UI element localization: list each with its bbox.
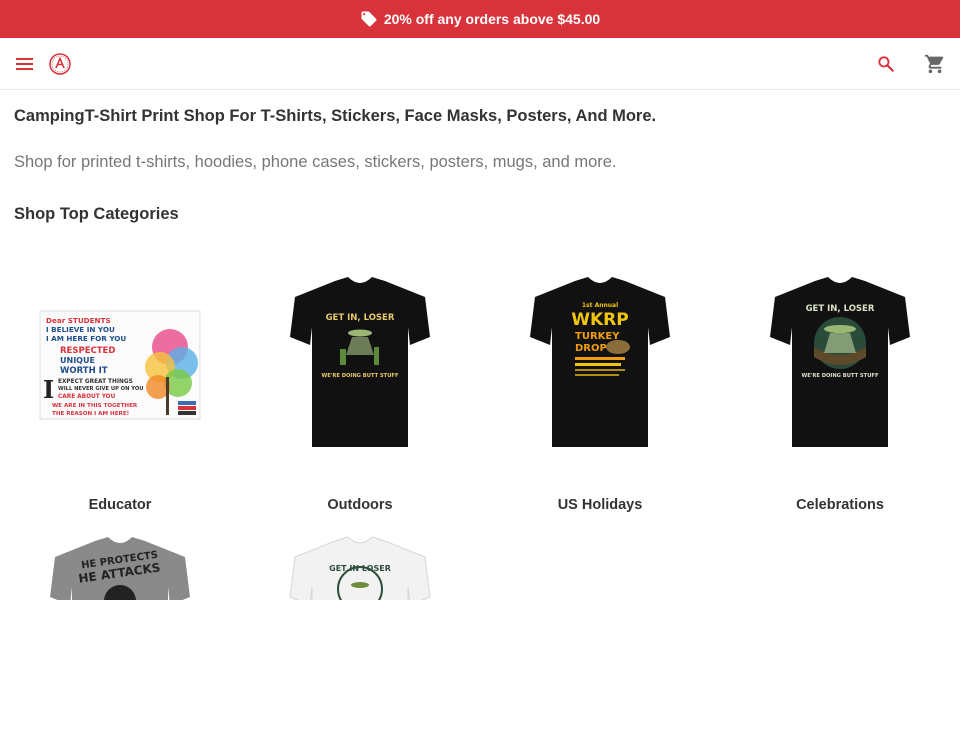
page-title: CampingT-Shirt Print Shop For T-Shirts, … xyxy=(14,107,657,125)
shirt-text: GET IN, LOSER xyxy=(806,304,875,314)
shirt-text: TURKEY xyxy=(575,331,620,342)
shirt-text: GET IN LOSER xyxy=(329,564,391,573)
menu-icon[interactable] xyxy=(14,54,36,74)
category-label: Outdoors xyxy=(327,497,393,513)
search-icon[interactable] xyxy=(876,54,896,74)
top-nav xyxy=(0,38,960,90)
shirt-text: WKRP xyxy=(571,310,628,330)
poster-line: I AM HERE FOR YOU xyxy=(46,334,126,343)
promo-bar[interactable]: 20% off any orders above $45.00 xyxy=(0,0,960,38)
category-image: 1st Annual WKRP TURKEY DROP xyxy=(480,267,720,467)
shirt-text: 1st Annual xyxy=(582,302,618,309)
promo-text: 20% off any orders above $45.00 xyxy=(383,11,601,27)
poster-line: THE REASON I AM HERE! xyxy=(52,411,129,417)
category-image: GET IN, LOSER WE'RE DOING BUTT STUFF xyxy=(720,267,960,467)
category-image: GET IN LOSER xyxy=(240,533,480,733)
svg-text:I: I xyxy=(43,375,54,404)
category-label: US Holidays xyxy=(557,497,643,513)
poster-line: RESPECTED xyxy=(60,346,115,356)
poster-line: WILL NEVER GIVE UP ON YOU xyxy=(58,386,143,392)
section-title: Shop Top Categories xyxy=(14,205,179,223)
category-label: Celebrations xyxy=(796,497,884,513)
shirt-text: WE'RE DOING BUTT STUFF xyxy=(322,373,399,379)
poster-line: UNIQUE xyxy=(60,356,95,365)
poster-line: CARE ABOUT YOU xyxy=(58,394,116,400)
shirt-text: DROP xyxy=(575,343,607,354)
poster-line: Dear STUDENTS xyxy=(46,316,111,325)
category-image: Dear STUDENTS I BELIEVE IN YOU I AM HERE… xyxy=(0,267,240,467)
category-image: GET IN, LOSER WE'RE DOING BUTT STUFF xyxy=(240,267,480,467)
poster-line: I BELIEVE IN YOU xyxy=(46,325,115,334)
shirt-text: WE'RE DOING BUTT STUFF xyxy=(802,373,879,379)
page-subtitle: Shop for printed t-shirts, hoodies, phon… xyxy=(14,153,617,171)
cart-icon[interactable] xyxy=(924,53,946,75)
category-label: Educator xyxy=(88,497,152,513)
logo-icon[interactable] xyxy=(48,52,72,76)
category-image: HE PROTECTS HE ATTACKS xyxy=(0,533,240,733)
poster-line: WORTH IT xyxy=(60,366,108,376)
poster-line: WE ARE IN THIS TOGETHER xyxy=(52,403,138,409)
shirt-text: GET IN, LOSER xyxy=(326,313,395,323)
tag-icon xyxy=(360,10,378,28)
poster-line: EXPECT GREAT THINGS xyxy=(58,379,133,385)
